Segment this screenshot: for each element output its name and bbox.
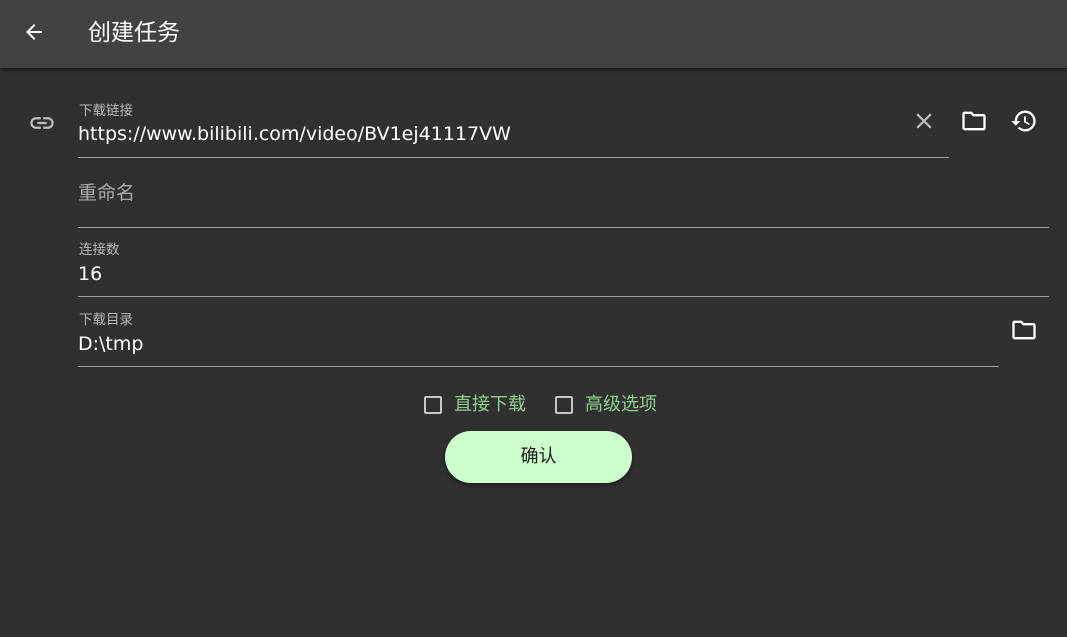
arrow-back-icon [22,20,46,48]
url-field-label: 下载链接 [79,103,133,119]
confirm-button[interactable]: 确认 [445,431,632,483]
advanced-options-label[interactable]: 高级选项 [585,393,657,417]
directory-input[interactable]: D:\tmp [78,331,143,357]
connections-field-underline [78,296,1049,297]
options-row: 直接下载 高级选项 [421,393,657,417]
direct-download-checkbox[interactable] [424,396,442,414]
connections-input[interactable]: 16 [78,261,102,287]
history-icon [1010,107,1038,139]
open-file-button[interactable] [954,103,994,143]
advanced-options-checkbox[interactable] [555,396,573,414]
direct-download-label[interactable]: 直接下载 [454,393,526,417]
rename-field-underline [78,227,1049,228]
connections-field-label: 连接数 [79,242,120,258]
clear-icon [911,108,937,138]
page-title: 创建任务 [88,20,180,46]
rename-input[interactable]: 重命名 [78,180,135,206]
back-button[interactable] [14,14,54,54]
folder-icon [1010,316,1038,348]
link-icon [22,103,62,143]
app-bar: 创建任务 [0,0,1067,68]
url-input[interactable]: https://www.bilibili.com/video/BV1ej4111… [78,121,511,147]
choose-directory-button[interactable] [1004,312,1044,352]
create-task-page: 创建任务 下载链接 https://www.bilibili.com/video… [0,0,1067,637]
history-button[interactable] [1004,103,1044,143]
directory-field-label: 下载目录 [79,312,133,328]
url-field-underline [78,157,949,158]
folder-icon [960,107,988,139]
clear-url-button[interactable] [904,103,944,143]
directory-field-underline [78,366,999,367]
